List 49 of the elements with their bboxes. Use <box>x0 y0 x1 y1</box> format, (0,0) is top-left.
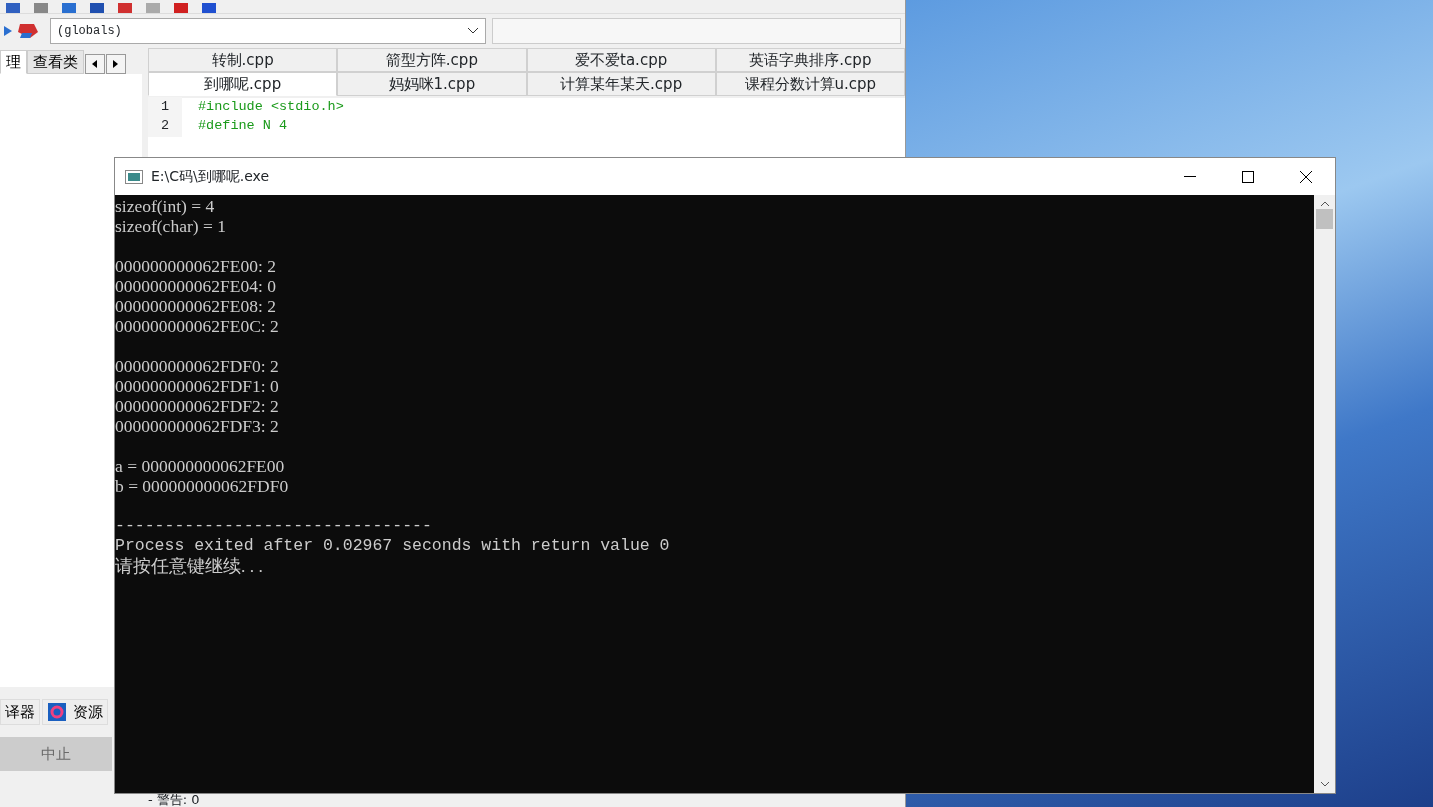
console-line: 000000000062FDF3: 2 <box>115 416 280 436</box>
code-line: #define N 4 <box>198 117 288 136</box>
scroll-up-icon[interactable] <box>1319 201 1330 207</box>
window-title: E:\C码\到哪呢.exe <box>151 167 271 186</box>
console-line: sizeof(char) = 1 <box>115 216 227 236</box>
code-line: #include <stdio.h> <box>198 98 344 117</box>
console-line: 000000000062FE08: 2 <box>115 296 277 316</box>
triangle-left-icon <box>92 59 98 68</box>
line-number: 1 <box>148 97 182 118</box>
file-tab[interactable]: 到哪呢.cpp <box>148 71 338 96</box>
console-line: b = 000000000062FDF0 <box>115 476 290 496</box>
scope-dropdown[interactable]: (globals) <box>50 17 486 44</box>
console-line: sizeof(int) = 4 <box>115 196 216 216</box>
panel-tab[interactable]: 译器 <box>0 699 40 725</box>
line-number: 2 <box>148 116 182 137</box>
file-tab[interactable]: 课程分数计算u.cpp <box>715 71 905 96</box>
console-line: 000000000062FDF2: 2 <box>115 396 280 416</box>
file-tab[interactable]: 箭型方阵.cpp <box>337 47 527 72</box>
file-tab[interactable]: 妈妈咪1.cpp <box>337 71 527 96</box>
console-app-icon <box>125 169 143 184</box>
console-line: 000000000062FDF1: 0 <box>115 376 280 396</box>
panel-tab[interactable]: 资源 <box>42 699 108 725</box>
console-line: a = 000000000062FE00 <box>115 456 286 476</box>
console-line: 请按任意键继续. . . <box>115 556 264 576</box>
scroll-right-button[interactable] <box>106 53 126 74</box>
scrollbar[interactable] <box>1314 195 1335 793</box>
scrollbar-thumb[interactable] <box>1316 209 1333 229</box>
maximize-icon <box>1242 170 1254 183</box>
close-icon <box>1300 170 1312 183</box>
member-dropdown[interactable] <box>492 17 901 44</box>
file-tab[interactable]: 爱不爱ta.cpp <box>526 47 716 72</box>
scroll-left-button[interactable] <box>85 53 105 74</box>
file-tab[interactable]: 计算某年某天.cpp <box>526 71 716 96</box>
console-line: -------------------------------- <box>115 516 433 536</box>
file-tab[interactable]: 转制.cpp <box>148 47 338 72</box>
resource-icon <box>47 702 67 722</box>
console-line: 000000000062FE00: 2 <box>115 256 277 276</box>
console-line: 000000000062FE04: 0 <box>115 276 277 296</box>
panel-tab[interactable]: 理 <box>0 49 27 74</box>
minimize-icon <box>1184 175 1196 178</box>
panel-tab[interactable]: 查看类 <box>27 49 84 74</box>
scroll-down-icon[interactable] <box>1319 781 1330 787</box>
log-line: - 警告: 0 <box>148 793 201 807</box>
console-line: 000000000062FE0C: 2 <box>115 316 280 336</box>
chevron-down-icon <box>467 26 479 35</box>
console-line: Process exited after 0.02967 seconds with return value 0 <box>115 536 671 556</box>
console-line: 000000000062FDF0: 2 <box>115 356 280 376</box>
file-tab[interactable]: 英语字典排序.cpp <box>715 47 905 72</box>
triangle-right-icon <box>113 59 119 68</box>
